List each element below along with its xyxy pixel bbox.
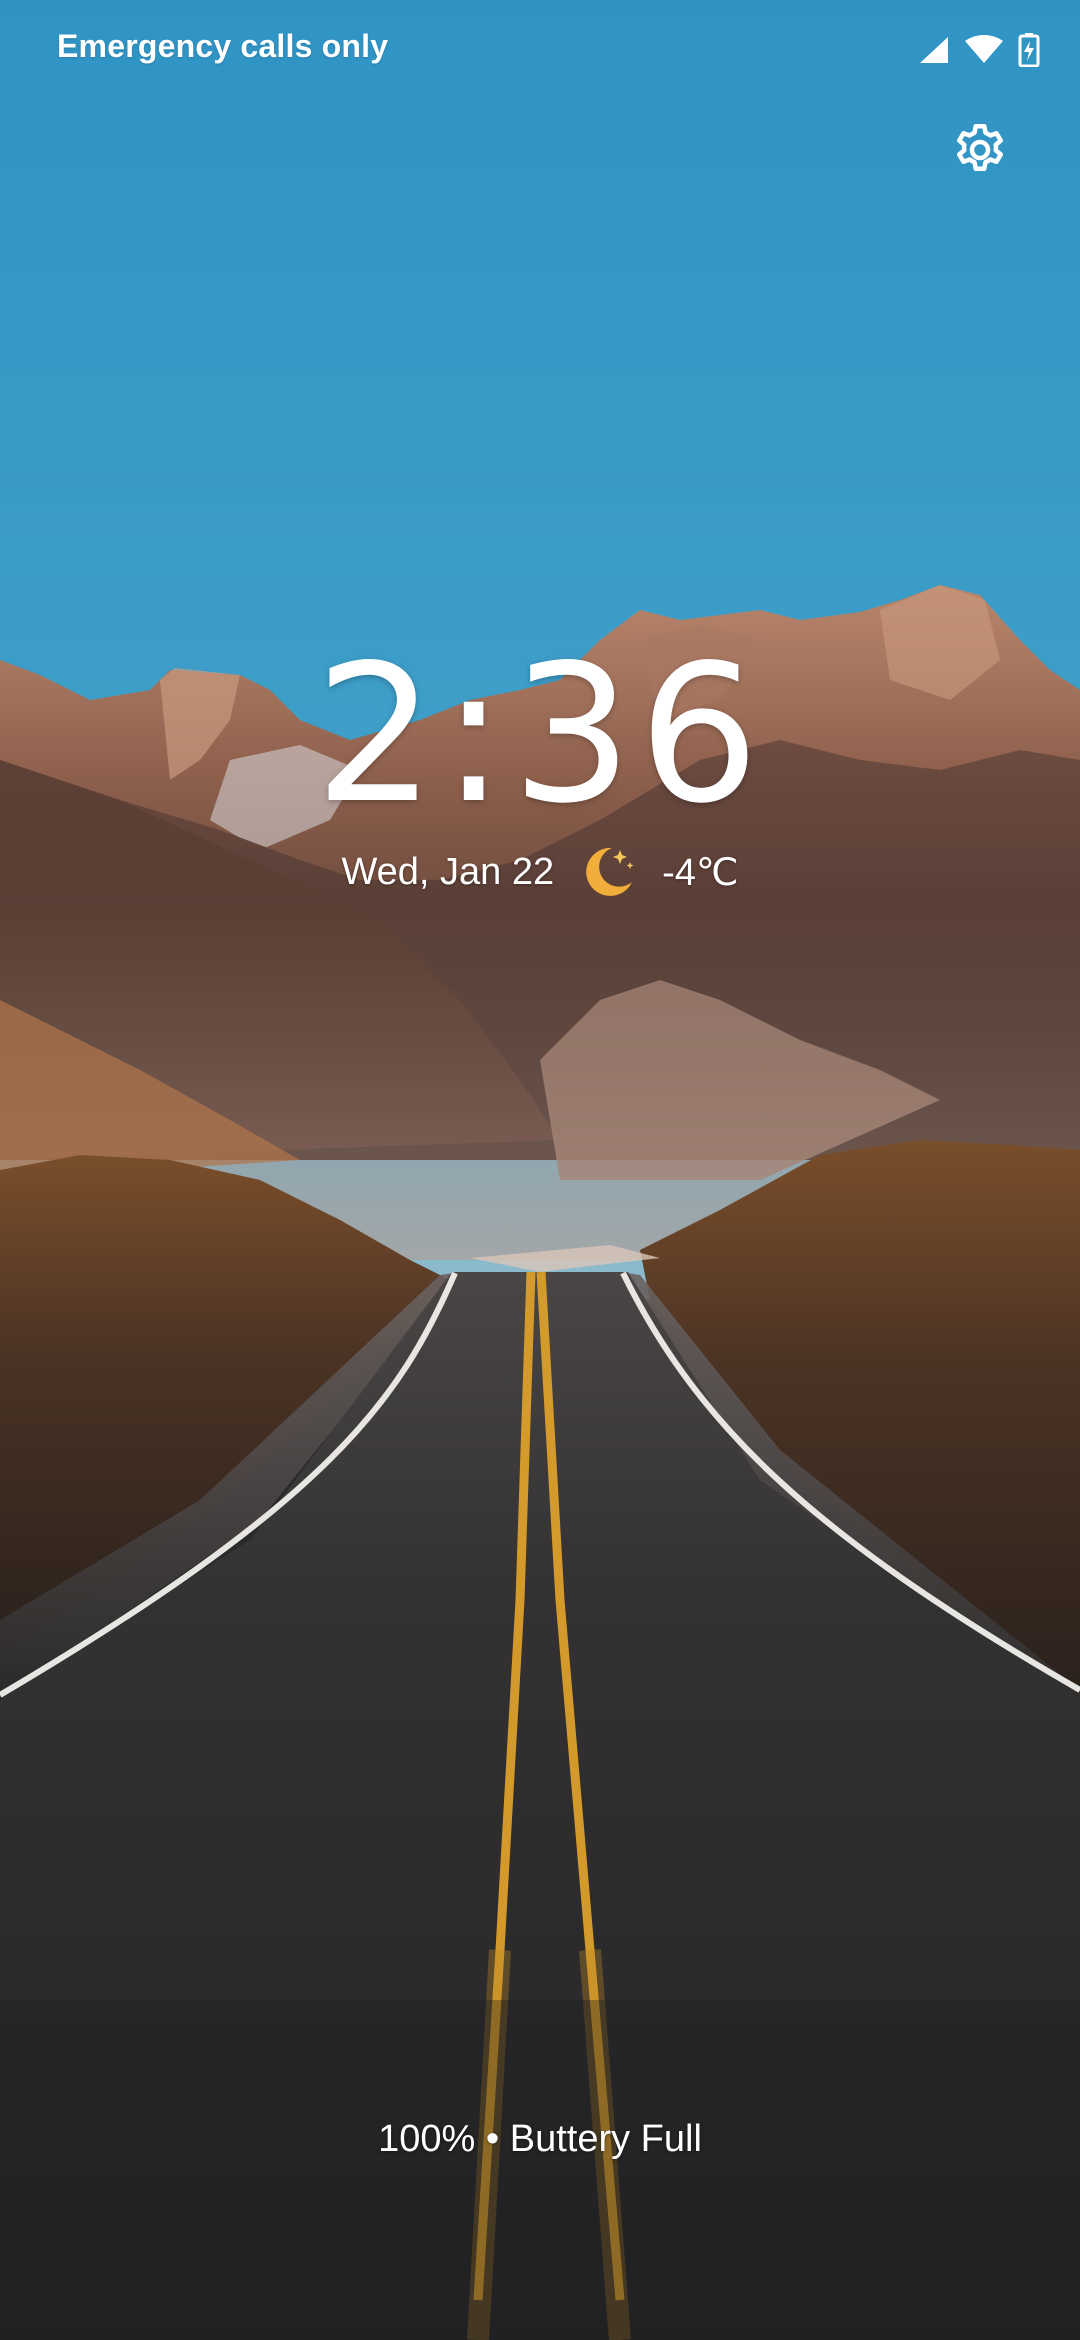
moon-night-icon xyxy=(576,840,640,904)
signal-icon xyxy=(918,35,950,65)
gear-icon xyxy=(957,124,1003,171)
battery-status-text: 100% • Buttery Full xyxy=(378,2118,702,2160)
status-icons xyxy=(918,30,1040,70)
date-weather-row: Wed, Jan 22 -4℃ xyxy=(0,840,1080,904)
battery-charging-icon xyxy=(1018,33,1040,67)
lock-screen-clock: 2:36 xyxy=(314,624,766,845)
date-text: Wed, Jan 22 xyxy=(341,850,555,893)
settings-button[interactable] xyxy=(950,120,1010,180)
carrier-text: Emergency calls only xyxy=(57,28,389,64)
wallpaper xyxy=(0,0,1080,2340)
wifi-icon xyxy=(964,35,1004,65)
status-bar: Emergency calls only xyxy=(0,0,1080,100)
temperature-text: -4℃ xyxy=(662,851,739,894)
